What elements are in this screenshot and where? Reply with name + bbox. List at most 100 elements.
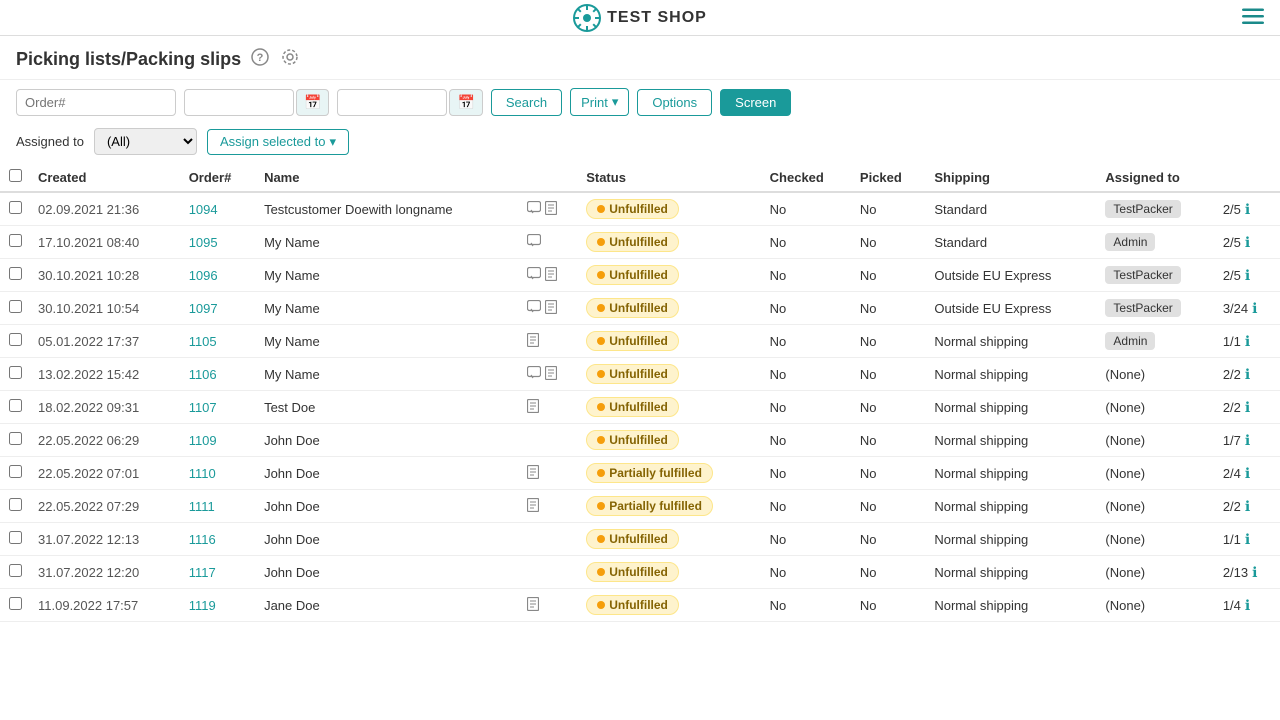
row-checkbox-cell[interactable] <box>0 259 30 292</box>
row-order[interactable]: 1110 <box>181 457 256 490</box>
document-icon[interactable] <box>545 366 557 383</box>
row-order[interactable]: 1097 <box>181 292 256 325</box>
page-title: Picking lists/Packing slips <box>16 49 241 70</box>
help-button[interactable]: ? <box>249 46 271 73</box>
row-icons <box>519 259 578 292</box>
row-checkbox[interactable] <box>9 531 22 544</box>
select-all-header[interactable] <box>0 163 30 192</box>
date-from-input[interactable]: 10.08.2021 <box>184 89 294 116</box>
screen-button[interactable]: Screen <box>720 89 791 116</box>
row-order[interactable]: 1119 <box>181 589 256 622</box>
row-shipping: Normal shipping <box>926 424 1097 457</box>
row-checkbox[interactable] <box>9 300 22 313</box>
document-icon[interactable] <box>545 267 557 284</box>
comment-icon[interactable] <box>527 366 541 382</box>
info-icon[interactable]: ℹ <box>1245 531 1250 548</box>
row-checkbox-cell[interactable] <box>0 424 30 457</box>
select-all-checkbox[interactable] <box>9 169 22 182</box>
row-order[interactable]: 1116 <box>181 523 256 556</box>
date-to-input[interactable]: 05.10.2022 <box>337 89 447 116</box>
document-icon[interactable] <box>545 300 557 317</box>
row-order[interactable]: 1096 <box>181 259 256 292</box>
row-order[interactable]: 1107 <box>181 391 256 424</box>
info-icon[interactable]: ℹ <box>1252 300 1257 317</box>
row-order[interactable]: 1117 <box>181 556 256 589</box>
row-checkbox[interactable] <box>9 597 22 610</box>
row-order[interactable]: 1094 <box>181 192 256 226</box>
document-icon[interactable] <box>527 498 539 515</box>
row-checkbox-cell[interactable] <box>0 490 30 523</box>
row-assignee: (None) <box>1097 556 1214 589</box>
row-checkbox[interactable] <box>9 399 22 412</box>
info-icon[interactable]: ℹ <box>1245 333 1250 350</box>
row-order[interactable]: 1095 <box>181 226 256 259</box>
row-checkbox-cell[interactable] <box>0 226 30 259</box>
info-icon[interactable]: ℹ <box>1245 201 1250 218</box>
row-checkbox-cell[interactable] <box>0 325 30 358</box>
row-created: 11.09.2022 17:57 <box>30 589 181 622</box>
info-icon[interactable]: ℹ <box>1252 564 1257 581</box>
comment-icon[interactable] <box>527 267 541 283</box>
settings-button[interactable] <box>279 46 301 73</box>
row-checkbox[interactable] <box>9 366 22 379</box>
row-icons <box>519 325 578 358</box>
document-icon[interactable] <box>527 465 539 482</box>
row-assignee: (None) <box>1097 391 1214 424</box>
assigned-to-select[interactable]: (All) Admin TestPacker <box>94 128 197 155</box>
row-checkbox-cell[interactable] <box>0 556 30 589</box>
row-checkbox[interactable] <box>9 234 22 247</box>
info-icon[interactable]: ℹ <box>1245 498 1250 515</box>
row-checkbox-cell[interactable] <box>0 457 30 490</box>
row-checkbox-cell[interactable] <box>0 292 30 325</box>
date-from-calendar-button[interactable]: 📅 <box>296 89 329 116</box>
row-order[interactable]: 1106 <box>181 358 256 391</box>
row-checkbox-cell[interactable] <box>0 192 30 226</box>
row-status: Partially fulfilled <box>578 457 761 490</box>
document-icon[interactable] <box>527 597 539 614</box>
document-icon[interactable] <box>527 399 539 416</box>
document-icon[interactable] <box>545 201 557 218</box>
comment-icon[interactable] <box>527 300 541 316</box>
row-checkbox-cell[interactable] <box>0 589 30 622</box>
row-checkbox[interactable] <box>9 267 22 280</box>
hamburger-menu[interactable] <box>1242 8 1264 27</box>
info-icon[interactable]: ℹ <box>1245 432 1250 449</box>
info-icon[interactable]: ℹ <box>1245 366 1250 383</box>
date-to-calendar-button[interactable]: 📅 <box>449 89 482 116</box>
order-search-input[interactable] <box>16 89 176 116</box>
print-button[interactable]: Print ▾ <box>570 88 629 116</box>
info-icon[interactable]: ℹ <box>1245 399 1250 416</box>
brand-name: TEST SHOP <box>607 9 707 27</box>
info-icon[interactable]: ℹ <box>1245 234 1250 251</box>
count-value: 3/24 <box>1223 301 1248 316</box>
row-checkbox-cell[interactable] <box>0 358 30 391</box>
row-checkbox-cell[interactable] <box>0 391 30 424</box>
row-checkbox[interactable] <box>9 432 22 445</box>
row-name: My Name <box>256 325 519 358</box>
search-button[interactable]: Search <box>491 89 562 116</box>
options-button[interactable]: Options <box>637 89 712 116</box>
count-value: 1/7 <box>1223 433 1241 448</box>
brand: TEST SHOP <box>573 4 707 32</box>
row-checkbox[interactable] <box>9 201 22 214</box>
info-icon[interactable]: ℹ <box>1245 267 1250 284</box>
row-order[interactable]: 1105 <box>181 325 256 358</box>
status-dot <box>597 271 605 279</box>
row-created: 18.02.2022 09:31 <box>30 391 181 424</box>
row-checkbox-cell[interactable] <box>0 523 30 556</box>
comment-icon[interactable] <box>527 234 541 250</box>
row-checkbox[interactable] <box>9 498 22 511</box>
row-order[interactable]: 1111 <box>181 490 256 523</box>
row-checkbox[interactable] <box>9 564 22 577</box>
row-checkbox[interactable] <box>9 333 22 346</box>
info-icon[interactable]: ℹ <box>1245 597 1250 614</box>
assign-selected-button[interactable]: Assign selected to ▾ <box>207 129 349 155</box>
row-count: 1/1 ℹ <box>1215 523 1280 556</box>
document-icon[interactable] <box>527 333 539 350</box>
row-checkbox[interactable] <box>9 465 22 478</box>
row-status: Unfulfilled <box>578 391 761 424</box>
row-order[interactable]: 1109 <box>181 424 256 457</box>
comment-icon[interactable] <box>527 201 541 217</box>
row-count: 1/1 ℹ <box>1215 325 1280 358</box>
info-icon[interactable]: ℹ <box>1245 465 1250 482</box>
